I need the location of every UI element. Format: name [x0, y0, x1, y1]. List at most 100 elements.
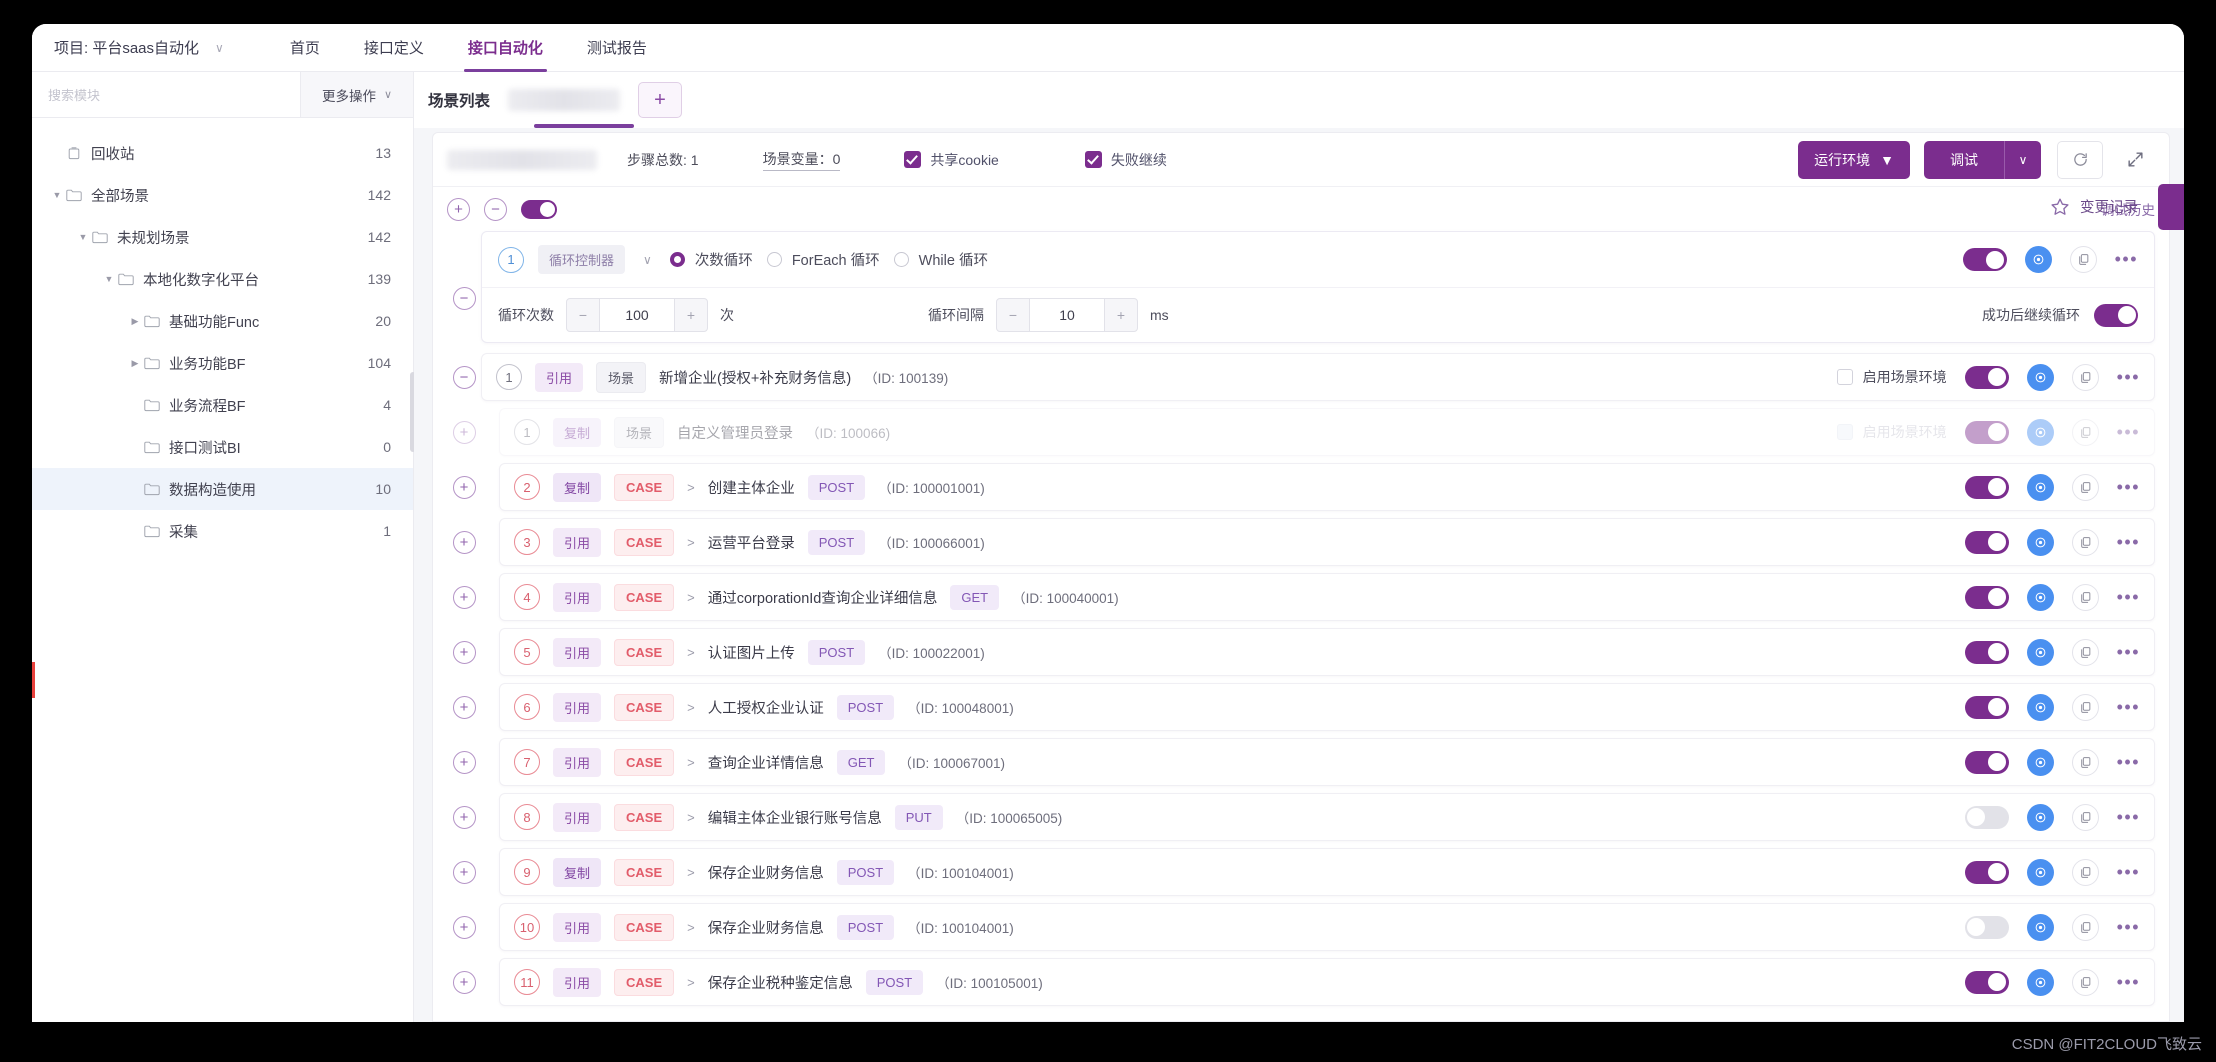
- step-enable-toggle[interactable]: [1965, 971, 2009, 994]
- scene-variable-label[interactable]: 场景变量：0: [763, 149, 841, 171]
- step-enable-toggle[interactable]: [1965, 531, 2009, 554]
- step-collapse-button[interactable]: −: [453, 366, 476, 389]
- step-copy-button[interactable]: [2072, 859, 2099, 886]
- step-enable-toggle[interactable]: [1965, 366, 2009, 389]
- step-copy-button[interactable]: [2072, 584, 2099, 611]
- loop-interval-minus-button[interactable]: −: [996, 298, 1030, 332]
- share-cookie-checkbox[interactable]: 共享cookie: [904, 150, 998, 170]
- nav-tab-test-report[interactable]: 测试报告: [565, 24, 669, 72]
- step-card[interactable]: 5引用CASE>认证图片上传POST（ID: 100022001)•••: [499, 628, 2155, 676]
- tree-expand-arrow-icon[interactable]: ▼: [74, 232, 92, 242]
- step-preview-button[interactable]: [2027, 749, 2054, 776]
- changelog-button[interactable]: 变更记录: [2050, 196, 2138, 217]
- step-collapse-button[interactable]: +: [453, 971, 476, 994]
- step-card[interactable]: 1引用场景新增企业(授权+补充财务信息)（ID: 100139)启用场景环境••…: [481, 353, 2155, 401]
- side-drawer-tab[interactable]: [2158, 184, 2184, 230]
- step-enable-toggle[interactable]: [1965, 641, 2009, 664]
- step-copy-button[interactable]: [2072, 749, 2099, 776]
- step-card[interactable]: 1复制场景自定义管理员登录（ID: 100066)启用场景环境•••: [499, 408, 2155, 456]
- debug-dropdown-button[interactable]: ∨: [2005, 141, 2041, 179]
- sidebar-tree-item[interactable]: 采集1: [32, 510, 413, 552]
- step-more-button[interactable]: •••: [2117, 752, 2140, 773]
- step-preview-button[interactable]: [2027, 914, 2054, 941]
- step-more-button[interactable]: •••: [2117, 807, 2140, 828]
- loop-mode-count[interactable]: 次数循环: [670, 249, 753, 270]
- step-collapse-button[interactable]: +: [453, 641, 476, 664]
- collapse-all-button[interactable]: −: [484, 198, 507, 221]
- chevron-right-icon[interactable]: >: [687, 755, 695, 770]
- step-preview-button[interactable]: [2027, 694, 2054, 721]
- chevron-right-icon[interactable]: >: [687, 645, 695, 660]
- step-card[interactable]: 9复制CASE>保存企业财务信息POST（ID: 100104001)•••: [499, 848, 2155, 896]
- chevron-right-icon[interactable]: >: [687, 975, 695, 990]
- chevron-right-icon[interactable]: >: [687, 535, 695, 550]
- chevron-right-icon[interactable]: >: [687, 700, 695, 715]
- tree-expand-arrow-icon[interactable]: ▶: [126, 358, 144, 369]
- enable-scene-env-checkbox[interactable]: 启用场景环境: [1837, 422, 1947, 442]
- step-collapse-button[interactable]: +: [453, 476, 476, 499]
- step-copy-button[interactable]: [2072, 364, 2099, 391]
- step-enable-toggle[interactable]: [1965, 476, 2009, 499]
- step-collapse-button[interactable]: +: [453, 861, 476, 884]
- refresh-button[interactable]: [2057, 141, 2103, 179]
- chevron-down-icon[interactable]: ∨: [643, 253, 652, 267]
- step-preview-button[interactable]: [2027, 859, 2054, 886]
- step-enable-toggle[interactable]: [1965, 916, 2009, 939]
- step-preview-button[interactable]: [2027, 584, 2054, 611]
- more-actions-button[interactable]: 更多操作 ∨: [301, 72, 413, 117]
- step-more-button[interactable]: •••: [2117, 917, 2140, 938]
- global-enable-toggle[interactable]: [521, 200, 557, 219]
- chevron-right-icon[interactable]: >: [687, 480, 695, 495]
- tree-expand-arrow-icon[interactable]: ▶: [126, 316, 144, 327]
- step-copy-button[interactable]: [2072, 474, 2099, 501]
- step-card[interactable]: 11引用CASE>保存企业税种鉴定信息POST（ID: 100105001)••…: [499, 958, 2155, 1006]
- step-card[interactable]: 2复制CASE>创建主体企业POST（ID: 100001001)•••: [499, 463, 2155, 511]
- loop-enable-toggle[interactable]: [1963, 248, 2007, 271]
- step-copy-button[interactable]: [2072, 969, 2099, 996]
- step-preview-button[interactable]: [2027, 639, 2054, 666]
- step-copy-button[interactable]: [2072, 529, 2099, 556]
- step-copy-button[interactable]: [2072, 914, 2099, 941]
- sidebar-tree-item[interactable]: 接口测试BI0: [32, 426, 413, 468]
- loop-interval-plus-button[interactable]: +: [1104, 298, 1138, 332]
- step-collapse-button[interactable]: +: [453, 916, 476, 939]
- step-card[interactable]: 3引用CASE>运营平台登录POST（ID: 100066001)•••: [499, 518, 2155, 566]
- run-environment-button[interactable]: 运行环境 ▼: [1798, 141, 1910, 179]
- loop-copy-button[interactable]: [2070, 246, 2097, 273]
- step-collapse-button[interactable]: +: [453, 751, 476, 774]
- nav-tab-api-automation[interactable]: 接口自动化: [446, 24, 565, 72]
- search-input[interactable]: 搜索模块: [32, 72, 301, 117]
- continue-on-success-toggle[interactable]: [2094, 304, 2138, 327]
- fail-continue-checkbox[interactable]: 失败继续: [1085, 150, 1167, 170]
- sidebar-tree-item[interactable]: ▼全部场景142: [32, 174, 413, 216]
- step-more-button[interactable]: •••: [2117, 862, 2140, 883]
- step-collapse-button[interactable]: +: [453, 806, 476, 829]
- chevron-right-icon[interactable]: >: [687, 810, 695, 825]
- sidebar-tree-item[interactable]: ▼本地化数字化平台139: [32, 258, 413, 300]
- step-card[interactable]: 4引用CASE>通过corporationId查询企业详细信息GET（ID: 1…: [499, 573, 2155, 621]
- step-more-button[interactable]: •••: [2117, 477, 2140, 498]
- step-enable-toggle[interactable]: [1965, 421, 2009, 444]
- loop-count-plus-button[interactable]: +: [674, 298, 708, 332]
- step-preview-button[interactable]: [2027, 529, 2054, 556]
- step-collapse-button[interactable]: +: [453, 586, 476, 609]
- sidebar-tree-item[interactable]: 数据构造使用10: [32, 468, 413, 510]
- sidebar-tree-item[interactable]: ▶基础功能Func20: [32, 300, 413, 342]
- loop-count-minus-button[interactable]: −: [566, 298, 600, 332]
- step-enable-toggle[interactable]: [1965, 861, 2009, 884]
- enable-scene-env-checkbox[interactable]: 启用场景环境: [1837, 367, 1947, 387]
- step-more-button[interactable]: •••: [2117, 642, 2140, 663]
- expand-all-button[interactable]: +: [447, 198, 470, 221]
- step-enable-toggle[interactable]: [1965, 806, 2009, 829]
- step-enable-toggle[interactable]: [1965, 586, 2009, 609]
- step-enable-toggle[interactable]: [1965, 696, 2009, 719]
- loop-preview-button[interactable]: [2025, 246, 2052, 273]
- loop-more-button[interactable]: •••: [2115, 249, 2138, 270]
- chevron-right-icon[interactable]: >: [687, 590, 695, 605]
- step-preview-button[interactable]: [2027, 419, 2054, 446]
- step-more-button[interactable]: •••: [2117, 587, 2140, 608]
- sidebar-tree-item[interactable]: ▼未规划场景142: [32, 216, 413, 258]
- sidebar-tree-item[interactable]: 业务流程BF4: [32, 384, 413, 426]
- expand-fullscreen-button[interactable]: [2115, 141, 2155, 179]
- step-more-button[interactable]: •••: [2117, 532, 2140, 553]
